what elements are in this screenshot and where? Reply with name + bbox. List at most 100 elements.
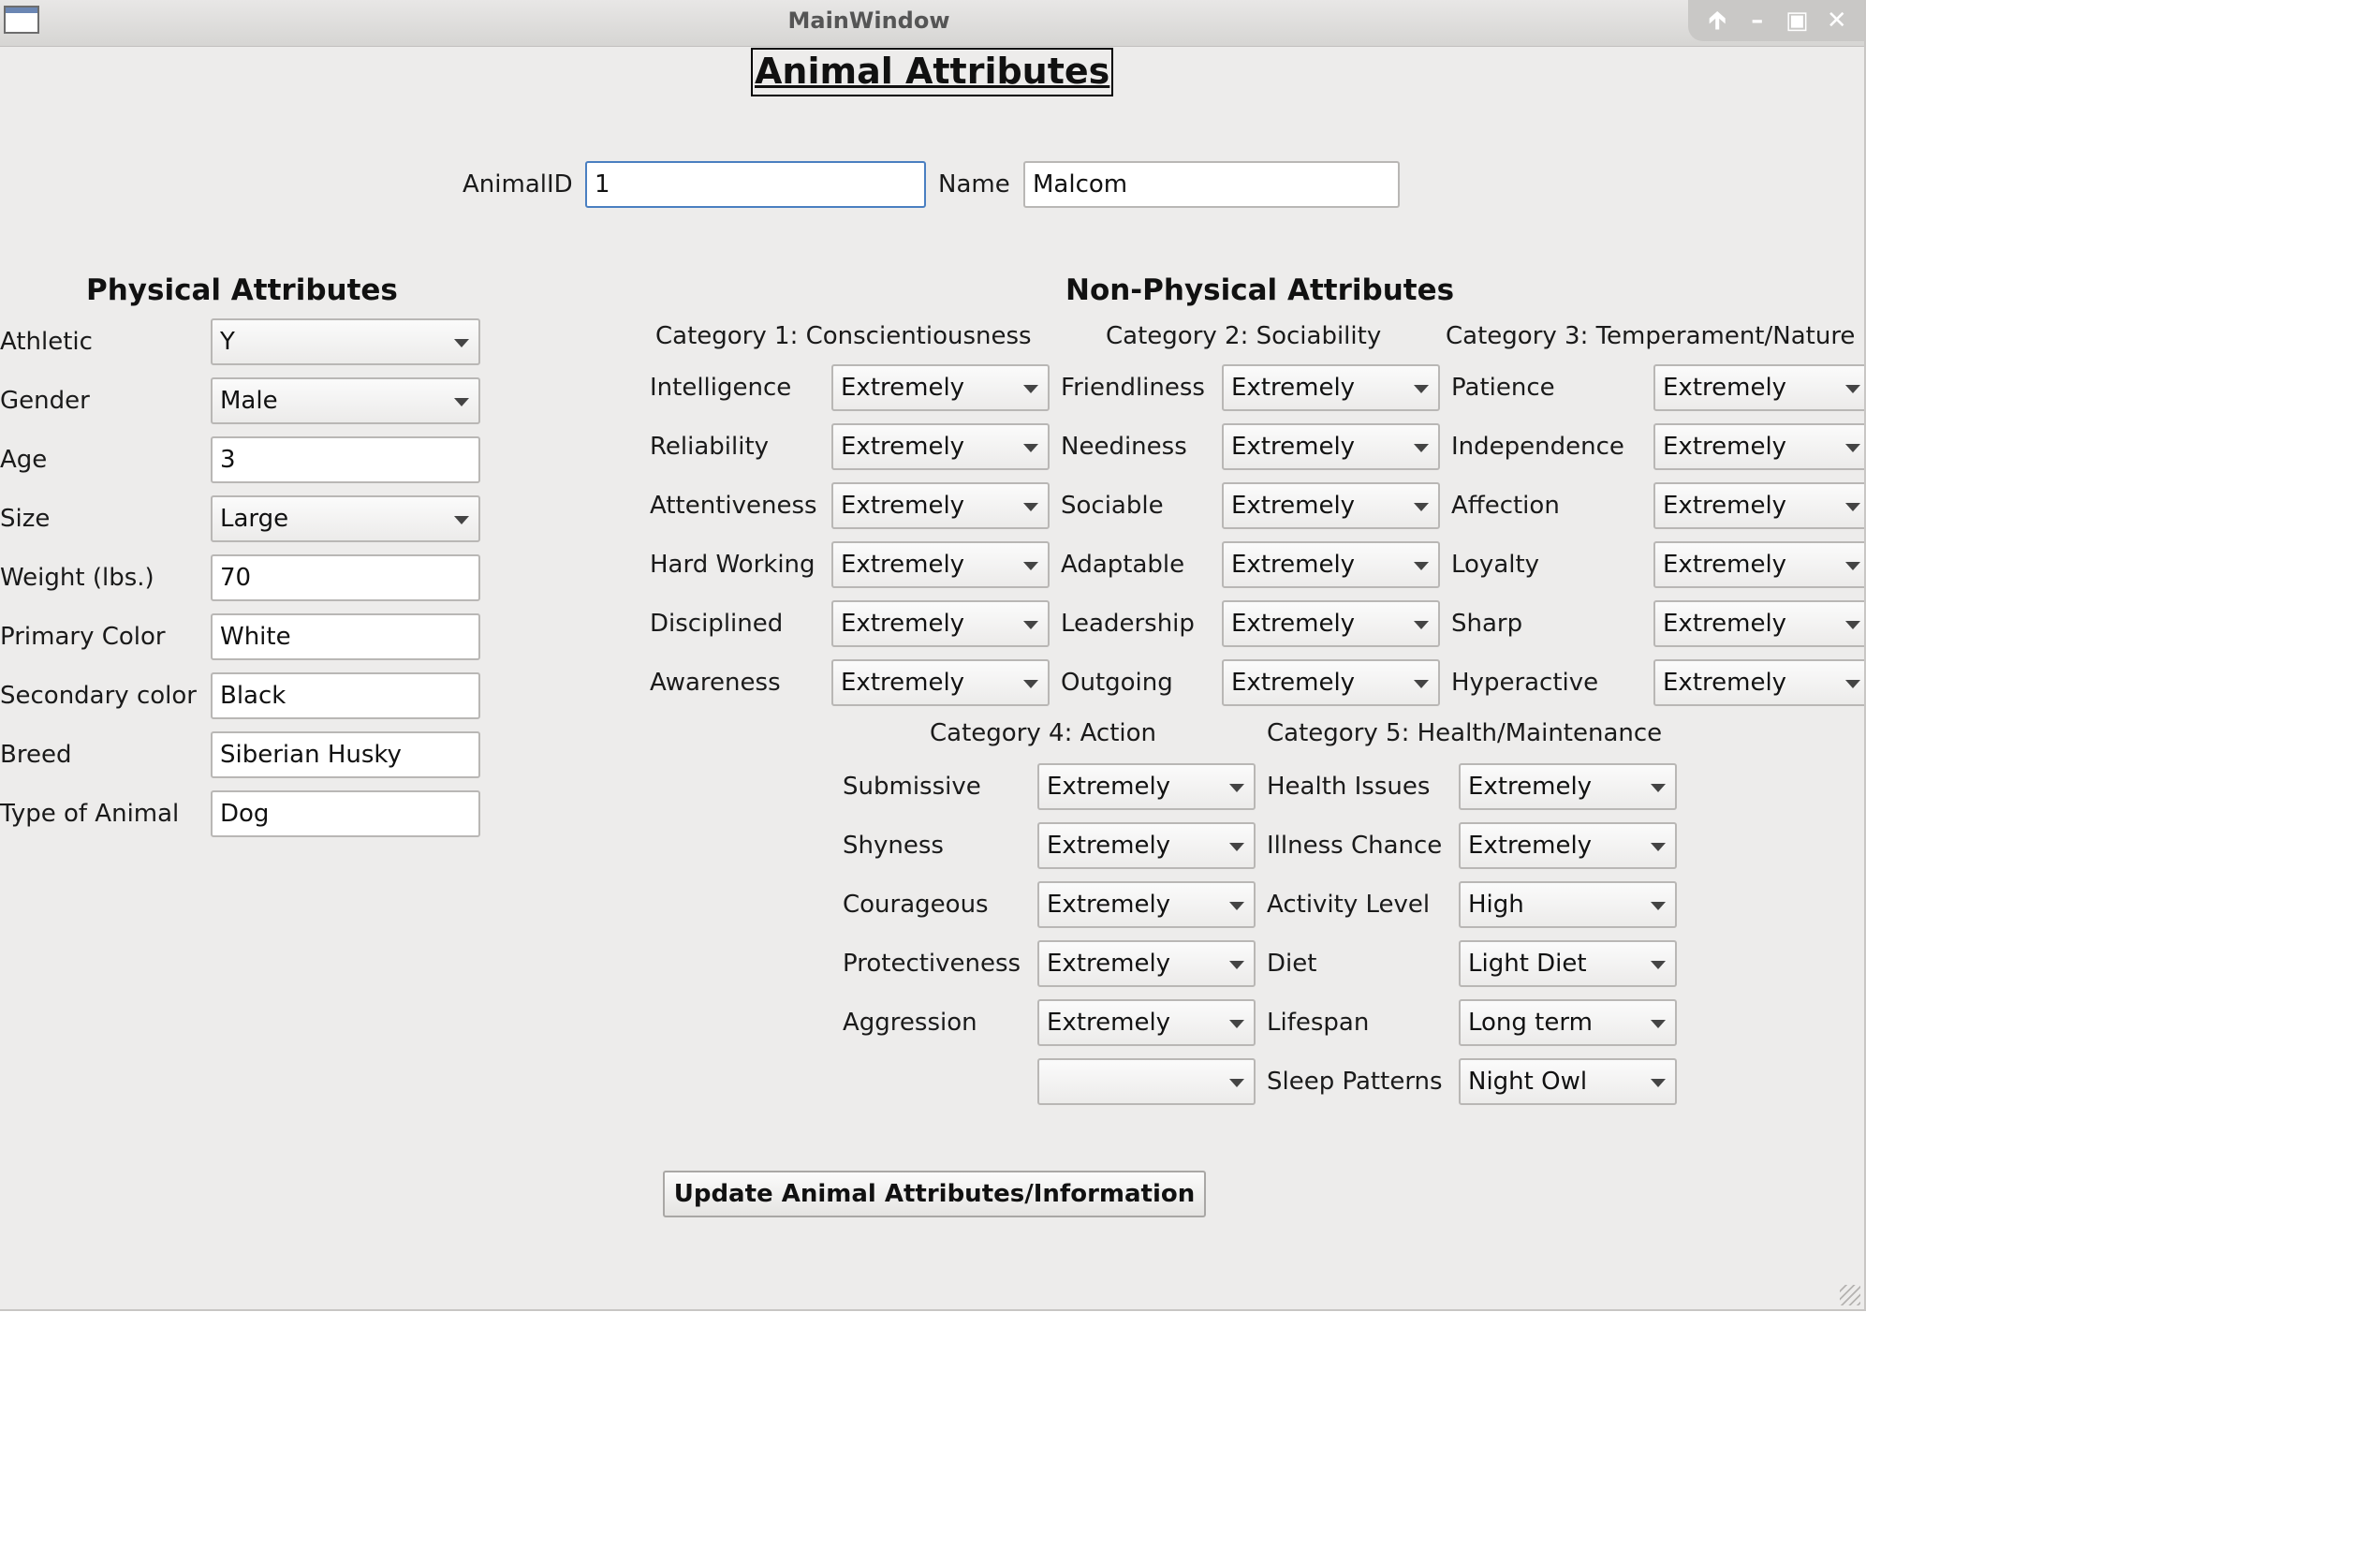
cat1-attentiveness-dropdown[interactable]: Extremely bbox=[831, 482, 1050, 529]
cat2-neediness-dropdown[interactable]: Extremely bbox=[1222, 423, 1440, 470]
physical-label-athletic: Athletic bbox=[0, 328, 93, 356]
chevron-down-icon bbox=[1651, 1020, 1666, 1028]
cat1-reliability-dropdown[interactable]: Extremely bbox=[831, 423, 1050, 470]
maximize-icon[interactable]: ▣ bbox=[1780, 4, 1814, 37]
cat3-patience-dropdown[interactable]: Extremely bbox=[1653, 364, 1864, 411]
physical-athletic-dropdown[interactable]: Y bbox=[211, 318, 480, 365]
chevron-down-icon bbox=[1414, 680, 1429, 688]
minimize-icon[interactable]: – bbox=[1741, 4, 1774, 37]
animal-id-field[interactable]: 1 bbox=[585, 161, 926, 208]
selected-value: Extremely bbox=[1663, 551, 1787, 579]
physical-label-age: Age bbox=[0, 446, 48, 474]
animal-id-label: AnimalID bbox=[463, 170, 573, 199]
physical-breed-field[interactable]: Siberian Husky bbox=[211, 731, 480, 778]
shade-up-icon[interactable]: 🡱 bbox=[1700, 4, 1734, 37]
cat2-label-outgoing: Outgoing bbox=[1061, 669, 1173, 697]
chevron-down-icon bbox=[1229, 843, 1244, 851]
non-physical-attributes-title: Non-Physical Attributes bbox=[1065, 273, 1455, 307]
cat4-submissive-dropdown[interactable]: Extremely bbox=[1037, 763, 1256, 810]
cat5-health-issues-dropdown[interactable]: Extremely bbox=[1459, 763, 1677, 810]
cat2-label-neediness: Neediness bbox=[1061, 433, 1187, 461]
cat2-label-sociable: Sociable bbox=[1061, 492, 1164, 520]
physical-primary-color-field[interactable]: White bbox=[211, 613, 480, 660]
cat3-hyperactive-dropdown[interactable]: Extremely bbox=[1653, 659, 1864, 706]
name-field[interactable]: Malcom bbox=[1023, 161, 1400, 208]
update-animal-button[interactable]: Update Animal Attributes/Information bbox=[663, 1171, 1206, 1217]
category-1-title: Category 1: Conscientiousness bbox=[655, 322, 1032, 350]
cat3-independence-dropdown[interactable]: Extremely bbox=[1653, 423, 1864, 470]
cat1-awareness-dropdown[interactable]: Extremely bbox=[831, 659, 1050, 706]
chevron-down-icon bbox=[1414, 503, 1429, 511]
cat3-label-patience: Patience bbox=[1451, 374, 1555, 402]
cat4-empty-5-dropdown[interactable] bbox=[1037, 1058, 1256, 1105]
resize-grip[interactable] bbox=[1840, 1285, 1860, 1305]
selected-value: Long term bbox=[1468, 1009, 1593, 1037]
physical-type-of-animal-field[interactable]: Dog bbox=[211, 790, 480, 837]
cat2-sociable-dropdown[interactable]: Extremely bbox=[1222, 482, 1440, 529]
chevron-down-icon bbox=[1845, 562, 1860, 570]
chevron-down-icon bbox=[1651, 961, 1666, 969]
chevron-down-icon bbox=[1023, 562, 1038, 570]
category-5-title: Category 5: Health/Maintenance bbox=[1267, 719, 1663, 747]
cat1-label-reliability: Reliability bbox=[650, 433, 770, 461]
physical-label-gender: Gender bbox=[0, 387, 90, 415]
cat2-friendliness-dropdown[interactable]: Extremely bbox=[1222, 364, 1440, 411]
cat4-label-aggression: Aggression bbox=[843, 1009, 977, 1037]
chevron-down-icon bbox=[454, 339, 469, 347]
chevron-down-icon bbox=[1845, 503, 1860, 511]
cat1-intelligence-dropdown[interactable]: Extremely bbox=[831, 364, 1050, 411]
cat5-activity-level-dropdown[interactable]: High bbox=[1459, 881, 1677, 928]
chevron-down-icon bbox=[1845, 385, 1860, 393]
selected-value: Y bbox=[220, 328, 235, 356]
category-2-title: Category 2: Sociability bbox=[1106, 322, 1382, 350]
cat1-hard-working-dropdown[interactable]: Extremely bbox=[831, 541, 1050, 588]
selected-value: Extremely bbox=[1231, 669, 1356, 697]
selected-value: Extremely bbox=[1047, 950, 1171, 978]
title-bar[interactable]: MainWindow 🡱 – ▣ ✕ bbox=[0, 0, 1864, 47]
physical-weight-lbs-field[interactable]: 70 bbox=[211, 554, 480, 601]
physical-age-field[interactable]: 3 bbox=[211, 436, 480, 483]
cat4-protectiveness-dropdown[interactable]: Extremely bbox=[1037, 940, 1256, 987]
chevron-down-icon bbox=[1023, 621, 1038, 629]
window-title: MainWindow bbox=[787, 7, 950, 34]
chevron-down-icon bbox=[1229, 961, 1244, 969]
chevron-down-icon bbox=[1023, 503, 1038, 511]
selected-value: Extremely bbox=[1468, 832, 1593, 860]
cat1-disciplined-dropdown[interactable]: Extremely bbox=[831, 600, 1050, 647]
cat3-loyalty-dropdown[interactable]: Extremely bbox=[1653, 541, 1864, 588]
selected-value: Extremely bbox=[1231, 551, 1356, 579]
cat2-leadership-dropdown[interactable]: Extremely bbox=[1222, 600, 1440, 647]
cat5-illness-chance-dropdown[interactable]: Extremely bbox=[1459, 822, 1677, 869]
cat4-label-protectiveness: Protectiveness bbox=[843, 950, 1021, 978]
chevron-down-icon bbox=[1023, 385, 1038, 393]
cat3-sharp-dropdown[interactable]: Extremely bbox=[1653, 600, 1864, 647]
cat4-courageous-dropdown[interactable]: Extremely bbox=[1037, 881, 1256, 928]
cat4-label-courageous: Courageous bbox=[843, 891, 989, 919]
physical-gender-dropdown[interactable]: Male bbox=[211, 377, 480, 424]
cat1-label-intelligence: Intelligence bbox=[650, 374, 792, 402]
physical-secondary-color-field[interactable]: Black bbox=[211, 672, 480, 719]
cat4-aggression-dropdown[interactable]: Extremely bbox=[1037, 999, 1256, 1046]
cat5-lifespan-dropdown[interactable]: Long term bbox=[1459, 999, 1677, 1046]
cat4-shyness-dropdown[interactable]: Extremely bbox=[1037, 822, 1256, 869]
cat2-adaptable-dropdown[interactable]: Extremely bbox=[1222, 541, 1440, 588]
close-icon[interactable]: ✕ bbox=[1820, 4, 1854, 37]
cat2-outgoing-dropdown[interactable]: Extremely bbox=[1222, 659, 1440, 706]
cat5-diet-dropdown[interactable]: Light Diet bbox=[1459, 940, 1677, 987]
selected-value: Extremely bbox=[1231, 610, 1356, 638]
selected-value: Black bbox=[220, 682, 286, 710]
cat1-label-hard-working: Hard Working bbox=[650, 551, 815, 579]
physical-size-dropdown[interactable]: Large bbox=[211, 495, 480, 542]
chevron-down-icon bbox=[1023, 680, 1038, 688]
cat5-label-diet: Diet bbox=[1267, 950, 1317, 978]
category-3-title: Category 3: Temperament/Nature bbox=[1446, 322, 1856, 350]
selected-value: Siberian Husky bbox=[220, 741, 402, 769]
chevron-down-icon bbox=[1229, 1020, 1244, 1028]
cat5-label-health-issues: Health Issues bbox=[1267, 773, 1431, 801]
selected-value: Dog bbox=[220, 800, 270, 828]
cat5-sleep-patterns-dropdown[interactable]: Night Owl bbox=[1459, 1058, 1677, 1105]
selected-value: Extremely bbox=[1231, 374, 1356, 402]
cat3-label-loyalty: Loyalty bbox=[1451, 551, 1540, 579]
physical-attributes-title: Physical Attributes bbox=[86, 273, 398, 307]
cat3-affection-dropdown[interactable]: Extremely bbox=[1653, 482, 1864, 529]
